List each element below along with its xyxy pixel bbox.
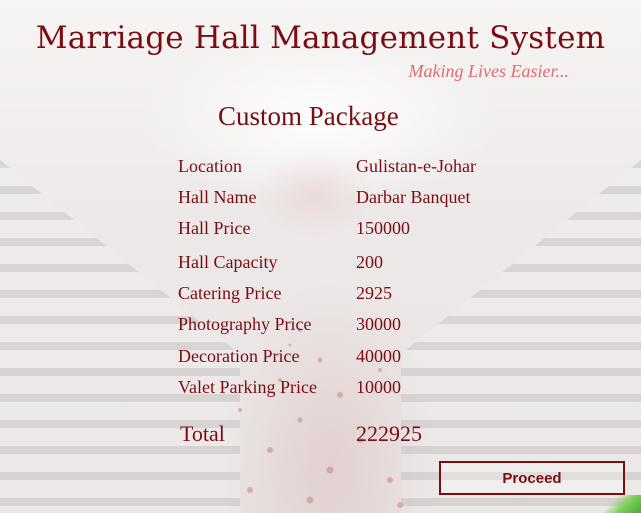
location-label: Location: [178, 156, 242, 176]
hall-capacity-value: 200: [356, 252, 383, 272]
valet-parking-price-value: 10000: [356, 377, 401, 397]
package-details: Location Gulistan-e-Johar Hall Name Darb…: [0, 0, 641, 513]
hall-name-value: Darbar Banquet: [356, 187, 471, 207]
total-value: 222925: [356, 421, 422, 446]
hall-name-label: Hall Name: [178, 187, 257, 207]
hall-price-label: Hall Price: [178, 218, 251, 238]
catering-price-value: 2925: [356, 283, 392, 303]
decoration-price-label: Decoration Price: [178, 346, 300, 366]
location-value: Gulistan-e-Johar: [356, 156, 476, 176]
catering-price-label: Catering Price: [178, 283, 282, 303]
total-label: Total: [180, 421, 225, 446]
hall-capacity-label: Hall Capacity: [178, 252, 278, 272]
hall-price-value: 150000: [356, 218, 410, 238]
photography-price-label: Photography Price: [178, 314, 312, 334]
photography-price-value: 30000: [356, 314, 401, 334]
decoration-price-value: 40000: [356, 346, 401, 366]
proceed-button[interactable]: Proceed: [439, 461, 625, 495]
valet-parking-price-label: Valet Parking Price: [178, 377, 317, 397]
